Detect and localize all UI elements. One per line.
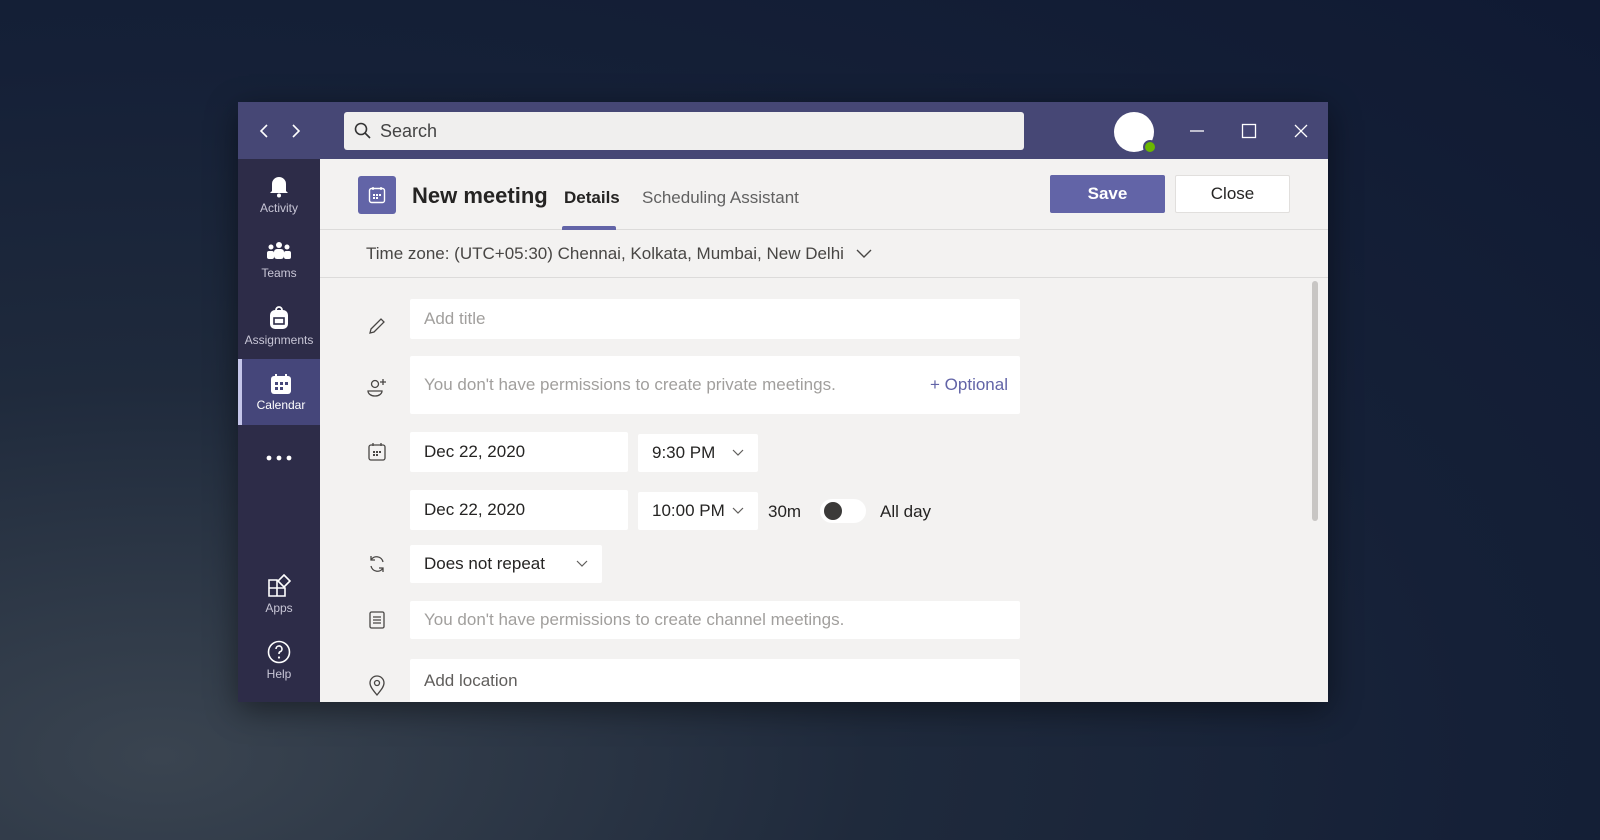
channel-input[interactable]: You don't have permissions to create cha…: [410, 601, 1020, 639]
location-input[interactable]: Add location: [410, 659, 1020, 702]
rail-item-help[interactable]: Help: [238, 627, 320, 693]
minimize-icon: [1190, 130, 1204, 132]
minimize-button[interactable]: [1184, 118, 1210, 144]
repeat-value: Does not repeat: [424, 554, 545, 573]
meeting-form-pane: New meeting Details Scheduling Assistant…: [320, 159, 1328, 702]
chevron-down-icon: [732, 449, 744, 456]
meeting-header: New meeting Details Scheduling Assistant…: [320, 159, 1328, 230]
rail-item-assignments[interactable]: Assignments: [238, 293, 320, 359]
title-bar: Search: [238, 102, 1328, 159]
teams-icon: [267, 241, 291, 259]
search-placeholder: Search: [380, 120, 438, 141]
tab-scheduling-assistant[interactable]: Scheduling Assistant: [642, 188, 799, 208]
repeat-icon: [366, 553, 388, 575]
chevron-left-icon: [259, 124, 268, 138]
search-input[interactable]: Search: [344, 112, 1024, 150]
close-icon: [1294, 124, 1308, 138]
bell-icon: [270, 176, 288, 197]
page-title: New meeting: [412, 183, 548, 208]
all-day-label: All day: [880, 502, 932, 521]
backpack-icon: [270, 305, 288, 329]
add-person-icon: [366, 377, 388, 399]
search-icon: [354, 122, 371, 139]
end-time-dropdown[interactable]: 10:00 PM: [638, 492, 758, 530]
scrollbar[interactable]: [1312, 281, 1318, 521]
rail-item-calendar[interactable]: Calendar: [238, 359, 320, 425]
meeting-form: Add title You don't have permissions to …: [320, 279, 1328, 702]
back-button[interactable]: [252, 119, 276, 143]
repeat-dropdown[interactable]: Does not repeat: [410, 545, 602, 583]
rail-item-apps[interactable]: Apps: [238, 561, 320, 627]
calendar-icon: [271, 373, 291, 394]
close-window-button[interactable]: [1288, 118, 1314, 144]
rail-label: Assignments: [244, 332, 314, 347]
location-pin-icon: [366, 675, 388, 697]
chevron-down-icon: [732, 507, 744, 514]
close-button[interactable]: Close: [1175, 175, 1290, 213]
rail-item-teams[interactable]: Teams: [238, 227, 320, 293]
meeting-calendar-icon: [358, 176, 396, 214]
presence-available-icon: [1143, 140, 1157, 154]
title-input[interactable]: Add title: [410, 299, 1020, 339]
chevron-down-icon: [576, 560, 588, 567]
chevron-down-icon: [856, 249, 872, 258]
attendees-input[interactable]: You don't have permissions to create pri…: [410, 356, 1020, 414]
avatar[interactable]: [1114, 112, 1157, 154]
maximize-icon: [1241, 123, 1257, 139]
timezone-selector[interactable]: Time zone: (UTC+05:30) Chennai, Kolkata,…: [320, 230, 1328, 278]
end-date-input[interactable]: Dec 22, 2020: [410, 490, 628, 530]
maximize-button[interactable]: [1236, 118, 1262, 144]
more-icon: [266, 455, 292, 461]
toggle-knob: [824, 502, 842, 520]
start-time-dropdown[interactable]: 9:30 PM: [638, 434, 758, 472]
teams-window: Search Activity Teams Assignments Calend…: [238, 102, 1328, 702]
pencil-icon: [366, 315, 388, 337]
save-button[interactable]: Save: [1050, 175, 1165, 213]
all-day-toggle[interactable]: [820, 499, 866, 523]
add-optional-attendees-link[interactable]: + Optional: [930, 375, 1008, 395]
attendees-placeholder: You don't have permissions to create pri…: [424, 375, 836, 394]
apps-icon: [268, 573, 291, 597]
forward-button[interactable]: [284, 119, 308, 143]
calendar-icon: [366, 441, 388, 463]
rail-label: Apps: [265, 600, 293, 615]
start-time-value: 9:30 PM: [652, 443, 716, 462]
channel-icon: [366, 609, 388, 631]
app-rail: Activity Teams Assignments Calendar Apps…: [238, 159, 320, 702]
tab-details[interactable]: Details: [564, 188, 620, 208]
timezone-label: Time zone: (UTC+05:30) Chennai, Kolkata,…: [366, 243, 844, 263]
rail-label: Calendar: [256, 397, 306, 412]
rail-item-more[interactable]: [238, 425, 320, 491]
end-time-value: 10:00 PM: [652, 501, 725, 520]
rail-label: Teams: [261, 265, 297, 280]
chevron-right-icon: [292, 124, 301, 138]
rail-label: Activity: [259, 200, 298, 215]
duration-label: 30m: [768, 502, 802, 521]
rail-item-activity[interactable]: Activity: [238, 161, 320, 227]
help-icon: [267, 640, 291, 663]
start-date-input[interactable]: Dec 22, 2020: [410, 432, 628, 472]
rail-label: Help: [266, 666, 292, 681]
